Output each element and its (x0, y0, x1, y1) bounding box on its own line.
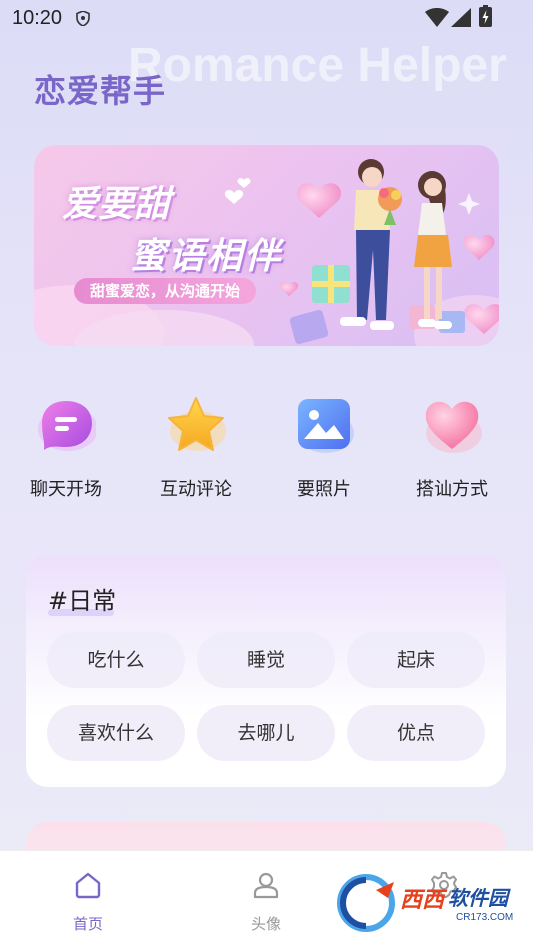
person-icon (253, 872, 279, 899)
category-title: #日常 (48, 587, 117, 615)
page-title: 恋爱帮手 (34, 72, 167, 110)
site-watermark: 西西 软件园 CR173.COM (336, 870, 516, 940)
watermark-url: CR173.COM (456, 912, 514, 923)
promo-banner[interactable]: 爱要甜 蜜语相伴 甜蜜爱恋，从沟通开始 (34, 145, 499, 346)
category-card-daily: #日常 吃什么 睡觉 起床 喜欢什么 去哪儿 优点 (26, 555, 506, 787)
topic-chip[interactable]: 起床 (347, 632, 485, 688)
quick-action-label: 搭讪方式 (416, 479, 488, 500)
banner-headline-2: 蜜语相伴 (130, 236, 283, 277)
shield-icon (76, 11, 90, 26)
wifi-icon (425, 8, 449, 27)
signal-icon (451, 8, 471, 27)
topic-chip[interactable]: 睡觉 (197, 632, 335, 688)
nav-label: 首页 (72, 915, 103, 933)
quick-action-label: 聊天开场 (30, 479, 102, 500)
quick-action-label: 要照片 (297, 479, 351, 500)
photo-icon (298, 399, 354, 453)
heart-icon (425, 401, 482, 453)
watermark-brand-2: 软件园 (448, 886, 508, 910)
banner-headline-1: 爱要甜 (62, 184, 171, 225)
status-time: 10:20 (12, 7, 63, 29)
topic-chip[interactable]: 吃什么 (47, 632, 185, 688)
topic-chip[interactable]: 去哪儿 (197, 705, 335, 761)
background-title: Romance Helper (128, 39, 507, 92)
nav-label: 头像 (250, 915, 281, 933)
quick-actions: 聊天开场 互动评论 要照片 搭讪方式 (0, 395, 533, 505)
watermark-brand-1: 西西 (400, 888, 445, 913)
quick-action-label: 互动评论 (160, 479, 232, 500)
topic-chip[interactable]: 优点 (347, 705, 485, 761)
status-bar: 10:20 (0, 0, 533, 36)
watermark-logo-icon (337, 874, 395, 932)
topic-chip[interactable]: 喜欢什么 (47, 705, 185, 761)
battery-icon (479, 5, 492, 27)
banner-subtitle: 甜蜜爱恋，从沟通开始 (74, 278, 257, 304)
chat-bubble-icon (38, 401, 96, 451)
star-icon (168, 397, 226, 451)
home-icon (75, 872, 101, 899)
